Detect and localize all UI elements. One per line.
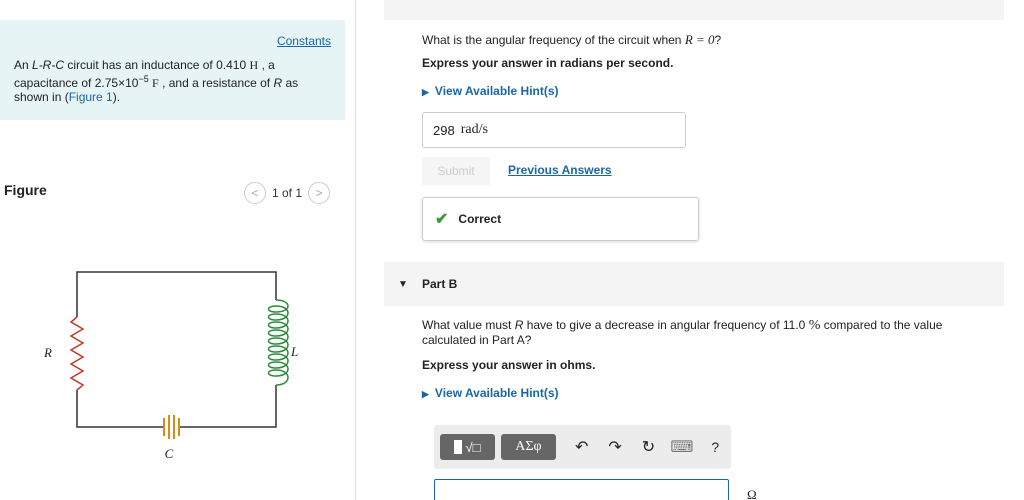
collapse-triangle-icon[interactable]: ▼ xyxy=(398,279,408,290)
greek-symbols-button[interactable]: ΑΣφ xyxy=(500,434,556,460)
math-toolbar: √□ ΑΣφ ↶ ↷ ↻ ⌨ ? xyxy=(434,425,731,469)
circuit-wire-bottom-left xyxy=(76,390,164,428)
part-a-instruction: Express your answer in radians per secon… xyxy=(422,56,674,70)
previous-answers-link[interactable]: Previous Answers xyxy=(508,163,612,177)
part-a-answer-field[interactable]: 298 rad/s xyxy=(422,112,686,148)
resistor-label: R xyxy=(43,345,52,360)
figure-link[interactable]: Figure 1 xyxy=(69,90,113,104)
part-a-hint-toggle[interactable]: ▶ View Available Hint(s) xyxy=(422,84,559,98)
keyboard-icon[interactable]: ⌨ xyxy=(666,434,697,460)
part-b-instruction: Express your answer in ohms. xyxy=(422,358,596,372)
part-b-header-bar[interactable] xyxy=(384,262,1004,306)
problem-statement-panel: Constants An L-R-C circuit has an induct… xyxy=(0,20,345,120)
redo-icon[interactable]: ↷ xyxy=(599,434,630,460)
part-b-question: What value must R have to give a decreas… xyxy=(422,318,943,347)
templates-button[interactable]: √□ xyxy=(440,434,495,460)
next-figure-button[interactable]: > xyxy=(308,182,331,204)
column-divider xyxy=(355,0,356,500)
circuit-diagram: R L C xyxy=(43,271,298,461)
feedback-text: Correct xyxy=(458,212,502,226)
figure-page-count: 1 of 1 xyxy=(272,186,303,200)
part-b-unit: Ω xyxy=(747,487,757,500)
reset-icon[interactable]: ↻ xyxy=(633,434,664,460)
template-block-icon xyxy=(454,440,463,454)
problem-statement: An L-R-C circuit has an inductance of 0.… xyxy=(14,58,299,104)
answer-unit: rad/s xyxy=(460,122,488,137)
help-icon[interactable]: ? xyxy=(700,434,731,460)
constants-link[interactable]: Constants xyxy=(277,34,331,48)
undo-icon[interactable]: ↶ xyxy=(566,434,597,460)
figure-heading: Figure xyxy=(4,182,47,198)
capacitor-label: C xyxy=(165,446,174,461)
capacitor-symbol xyxy=(163,415,180,439)
circuit-wire-top xyxy=(76,271,277,317)
resistor-symbol xyxy=(69,316,85,391)
figure-pager: < 1 of 1 > xyxy=(244,182,331,204)
prev-figure-button[interactable]: < xyxy=(244,182,266,204)
circuit-wire-bottom-right xyxy=(179,385,277,428)
submit-button[interactable]: Submit xyxy=(422,157,490,185)
part-b-answer-field[interactable] xyxy=(434,479,729,500)
part-a-header-bar[interactable] xyxy=(384,0,1004,20)
part-a-question: What is the angular frequency of the cir… xyxy=(422,32,722,47)
expand-triangle-icon: ▶ xyxy=(422,389,429,399)
inductor-label: L xyxy=(290,344,298,359)
answer-value: 298 xyxy=(433,122,455,138)
checkmark-icon: ✔ xyxy=(435,211,449,228)
expand-triangle-icon: ▶ xyxy=(422,87,429,97)
correct-feedback: ✔ Correct xyxy=(422,197,699,241)
part-b-title: Part B xyxy=(422,277,458,291)
inductor-symbol xyxy=(267,299,289,386)
part-b-hint-toggle[interactable]: ▶ View Available Hint(s) xyxy=(422,386,559,400)
